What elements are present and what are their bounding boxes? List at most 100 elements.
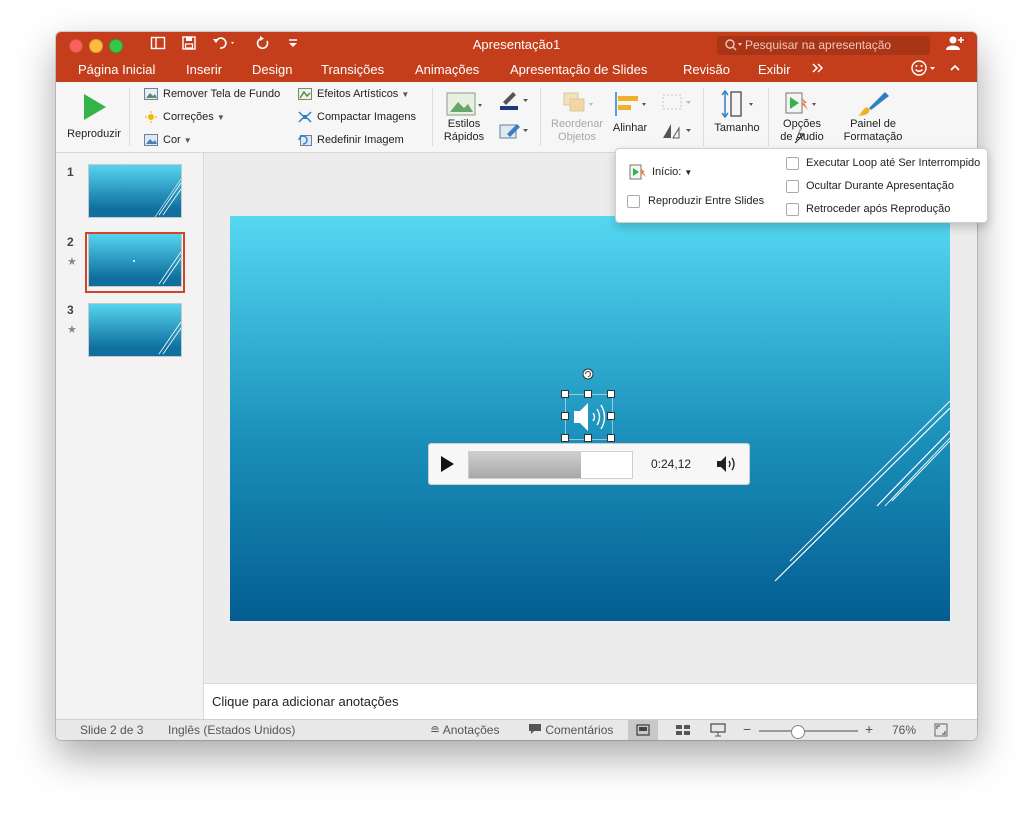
animation-star-icon: ★ bbox=[67, 324, 77, 336]
playback-progress-track[interactable] bbox=[468, 451, 633, 479]
pen-color-button[interactable] bbox=[497, 90, 531, 115]
comments-label: Comentários bbox=[545, 723, 614, 737]
rotate-button[interactable] bbox=[660, 120, 694, 145]
hide-during-show-label: Ocultar Durante Apresentação bbox=[806, 180, 954, 192]
language-indicator[interactable]: Inglês (Estados Unidos) bbox=[168, 723, 295, 737]
zoom-in-button[interactable]: + bbox=[865, 721, 873, 737]
more-tabs-icon[interactable] bbox=[811, 61, 825, 78]
paintbrush-icon bbox=[858, 92, 889, 116]
rewind-after-playing-label: Retroceder após Reprodução bbox=[806, 203, 951, 215]
tab-exibir[interactable]: Exibir bbox=[758, 62, 791, 77]
grid-icon bbox=[676, 725, 690, 735]
color-image-icon bbox=[144, 134, 158, 147]
ribbon-separator bbox=[540, 88, 541, 146]
search-placeholder: Pesquisar na apresentação bbox=[745, 38, 892, 52]
zoom-level[interactable]: 76% bbox=[892, 723, 916, 737]
slide-thumbnail-1[interactable] bbox=[89, 165, 181, 217]
status-bar: Slide 2 de 3 Inglês (Estados Unidos) ≘ A… bbox=[56, 719, 977, 740]
quick-styles-label-1: Estilos bbox=[447, 118, 481, 130]
tab-transicoes[interactable]: Transições bbox=[321, 62, 384, 77]
align-button[interactable]: Alinhar bbox=[609, 90, 651, 150]
thumbnail-lines bbox=[154, 178, 181, 217]
tab-inserir[interactable]: Inserir bbox=[186, 62, 222, 77]
pen-color-icon bbox=[500, 92, 528, 110]
artistic-effects-label: Efeitos Artísticos bbox=[317, 88, 399, 100]
comments-toggle-button[interactable]: Comentários bbox=[528, 723, 613, 737]
feedback-smiley-icon[interactable] bbox=[911, 60, 939, 79]
audio-options-icon bbox=[785, 92, 816, 114]
reset-image-icon bbox=[298, 134, 312, 147]
slide-counter: Slide 2 de 3 bbox=[80, 723, 144, 737]
resize-handle[interactable] bbox=[607, 434, 615, 442]
zoom-slider-knob[interactable] bbox=[790, 725, 805, 739]
share-icon[interactable] bbox=[945, 34, 965, 57]
notes-pane[interactable]: Clique para adicionar anotações bbox=[204, 683, 977, 720]
start-label: Início: bbox=[652, 166, 682, 178]
fit-to-window-button[interactable] bbox=[934, 723, 948, 740]
collapse-ribbon-icon[interactable] bbox=[948, 61, 962, 78]
playback-progress-fill bbox=[469, 452, 582, 478]
loop-checkbox[interactable] bbox=[786, 157, 799, 170]
reset-image-button[interactable]: Redefinir Imagem bbox=[298, 134, 404, 147]
rotate-handle-icon[interactable] bbox=[582, 368, 594, 383]
slideshow-button[interactable] bbox=[710, 723, 726, 740]
tab-pagina-inicial[interactable]: Página Inicial bbox=[78, 62, 155, 77]
resize-handle[interactable] bbox=[561, 412, 569, 420]
compress-icon bbox=[298, 111, 312, 123]
playback-time: 0:24,12 bbox=[651, 457, 692, 471]
quick-styles-label-2: Rápidos bbox=[443, 131, 485, 143]
resize-handle[interactable] bbox=[607, 390, 615, 398]
normal-view-icon bbox=[636, 724, 650, 736]
play-icon[interactable] bbox=[439, 456, 455, 475]
slide-sorter-button[interactable] bbox=[675, 724, 691, 739]
resize-handle[interactable] bbox=[607, 412, 615, 420]
artistic-effects-button[interactable]: Efeitos Artísticos ▼ bbox=[298, 88, 409, 101]
resize-handle[interactable] bbox=[584, 434, 592, 442]
slide-thumbnails-pane: 1 2 ★ 3 ★ bbox=[56, 153, 204, 719]
tab-revisao[interactable]: Revisão bbox=[683, 62, 730, 77]
size-label: Tamanho bbox=[714, 122, 760, 134]
notes-toggle-button[interactable]: ≘ Anotações bbox=[430, 723, 499, 737]
zoom-slider[interactable] bbox=[759, 725, 858, 739]
compress-images-button[interactable]: Compactar Imagens bbox=[298, 111, 416, 124]
reset-image-label: Redefinir Imagem bbox=[317, 134, 404, 146]
color-button[interactable]: Cor ▼ bbox=[144, 134, 192, 147]
ribbon-separator bbox=[703, 88, 704, 146]
corrections-button[interactable]: Correções ▼ bbox=[144, 111, 225, 124]
reorder-label-2: Objetos bbox=[558, 131, 596, 143]
tab-animacoes[interactable]: Animações bbox=[415, 62, 479, 77]
mouse-cursor-icon bbox=[794, 132, 806, 147]
chevron-down-icon: ▼ bbox=[401, 90, 410, 99]
start-dropdown[interactable]: Início: ▼ bbox=[652, 166, 692, 178]
resize-handle[interactable] bbox=[561, 390, 569, 398]
align-icon bbox=[615, 92, 646, 116]
animation-star-icon: ★ bbox=[67, 256, 77, 268]
fit-window-icon bbox=[934, 723, 948, 737]
slide-thumbnail-3[interactable] bbox=[89, 304, 181, 356]
speaker-icon bbox=[574, 403, 606, 431]
normal-view-button[interactable] bbox=[628, 720, 658, 740]
resize-handle[interactable] bbox=[561, 434, 569, 442]
rotate-icon bbox=[663, 124, 691, 139]
quick-styles-button[interactable]: Estilos Rápidos bbox=[441, 90, 487, 150]
notes-icon: ≘ bbox=[430, 723, 441, 737]
selected-slide-highlight bbox=[85, 232, 185, 293]
compress-label: Compactar Imagens bbox=[317, 111, 417, 123]
current-slide[interactable]: 0:24,12 bbox=[230, 216, 950, 621]
remove-background-button[interactable]: Remover Tela de Fundo bbox=[144, 88, 280, 101]
play-across-slides-checkbox[interactable] bbox=[627, 195, 640, 208]
size-button[interactable]: Tamanho bbox=[710, 90, 764, 150]
zoom-out-button[interactable]: − bbox=[743, 721, 751, 737]
tab-design[interactable]: Design bbox=[252, 62, 292, 77]
resize-handle[interactable] bbox=[584, 390, 592, 398]
play-button[interactable]: Reproduzir bbox=[61, 88, 127, 144]
volume-icon[interactable] bbox=[716, 455, 738, 476]
format-pane-button[interactable]: Painel de Formatação bbox=[836, 90, 910, 150]
picture-effects-button[interactable] bbox=[497, 120, 531, 145]
search-input[interactable]: Pesquisar na apresentação bbox=[717, 36, 930, 55]
tab-apresentacao-de-slides[interactable]: Apresentação de Slides bbox=[510, 62, 647, 77]
artistic-effects-icon bbox=[298, 88, 312, 101]
audio-player: 0:24,12 bbox=[428, 443, 750, 485]
rewind-after-playing-checkbox[interactable] bbox=[786, 203, 799, 216]
hide-during-show-checkbox[interactable] bbox=[786, 180, 799, 193]
